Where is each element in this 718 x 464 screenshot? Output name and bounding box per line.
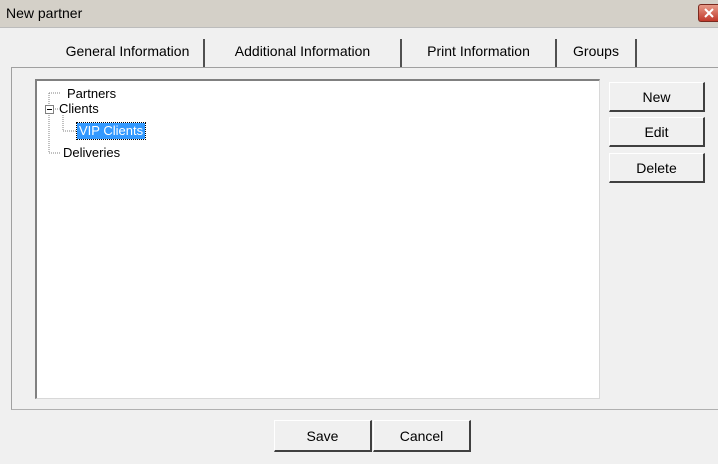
tab-additional-information[interactable]: Additional Information: [205, 39, 402, 67]
delete-button[interactable]: Delete: [609, 153, 705, 183]
tab-general-information[interactable]: General Information: [52, 39, 205, 67]
save-button[interactable]: Save: [274, 420, 372, 452]
minus-box-icon[interactable]: [45, 105, 54, 114]
close-icon: [704, 8, 714, 18]
tab-label: Additional Information: [234, 43, 371, 59]
window-title: New partner: [6, 5, 83, 21]
tab-bar: General Information Additional Informati…: [52, 39, 637, 67]
new-partner-dialog: New partner General Information Addition…: [0, 0, 718, 464]
tab-label: General Information: [65, 43, 190, 59]
groups-tree[interactable]: Partners Clients VIP Clients Deliveries: [35, 79, 600, 399]
tab-groups[interactable]: Groups: [557, 39, 637, 67]
close-button[interactable]: [698, 4, 718, 22]
new-button[interactable]: New: [609, 82, 705, 112]
cancel-button[interactable]: Cancel: [373, 420, 471, 452]
tab-label: Groups: [573, 43, 619, 59]
tree-item-clients[interactable]: Clients: [59, 101, 99, 117]
title-bar[interactable]: New partner: [0, 0, 718, 28]
tree-item-deliveries[interactable]: Deliveries: [63, 145, 120, 161]
tree-item-partners[interactable]: Partners: [67, 86, 116, 102]
tab-label: Print Information: [427, 43, 530, 59]
tab-print-information[interactable]: Print Information: [402, 39, 557, 67]
edit-button[interactable]: Edit: [609, 117, 705, 147]
tree-item-vip-clients[interactable]: VIP Clients: [75, 122, 147, 140]
